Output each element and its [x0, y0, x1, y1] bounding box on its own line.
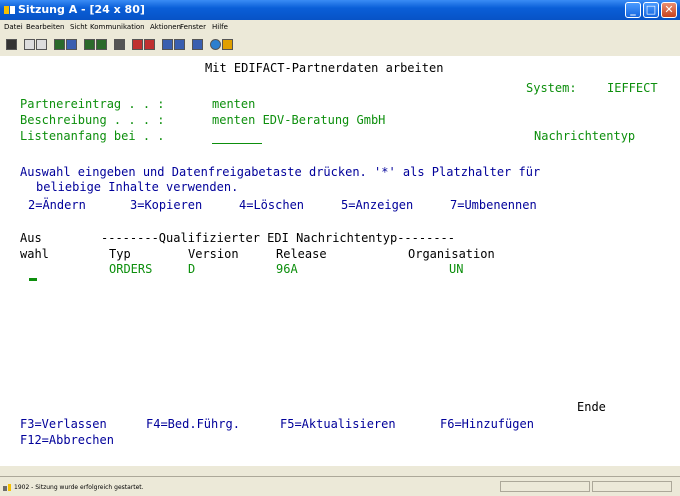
terminal-screen[interactable]: Mit EDIFACT-Partnerdaten arbeiten System…	[12, 56, 680, 466]
row-release: 96A	[276, 262, 298, 276]
option-umbenennen: 7=Umbenennen	[450, 198, 537, 212]
edit-pencil-icon[interactable]	[222, 39, 233, 50]
fkey-f12[interactable]: F12=Abbrechen	[20, 433, 114, 447]
column-aus: Aus	[20, 231, 42, 245]
column-group-header: --------Qualifizierter EDI Nachrichtenty…	[101, 231, 456, 245]
instruction-line-1: Auswahl eingeben und Datenfreigabetaste …	[20, 165, 541, 179]
emulator-window: Sitzung A - [24 x 80] _ □ ✕ Datei Bearbe…	[0, 0, 680, 496]
menu-fenster[interactable]: Fenster	[180, 23, 206, 31]
record-icon[interactable]	[114, 39, 125, 50]
option-aendern: 2=Ändern	[28, 198, 86, 212]
macro-record-icon[interactable]	[162, 39, 173, 50]
column-version: Version	[188, 247, 239, 261]
fkey-f4[interactable]: F4=Bed.Führg.	[146, 417, 240, 431]
column-organisation: Organisation	[408, 247, 495, 261]
row-organisation: UN	[449, 262, 464, 276]
display-icon[interactable]	[84, 39, 95, 50]
menu-datei[interactable]: Datei	[4, 23, 23, 31]
macro-play-icon[interactable]	[132, 39, 143, 50]
partner-value: menten	[212, 97, 256, 111]
status-bar: 1902 - Sitzung wurde erfolgreich gestart…	[0, 476, 680, 496]
keyboard-icon[interactable]	[96, 39, 107, 50]
row-version: D	[188, 262, 196, 276]
column-typ: Typ	[109, 247, 131, 261]
status-panel-1	[500, 481, 590, 492]
send-icon[interactable]	[54, 39, 65, 50]
system-value: IEFFECT	[607, 81, 658, 95]
window-title: Sitzung A - [24 x 80]	[18, 3, 145, 16]
connection-status-icon	[3, 484, 11, 491]
list-start-underline	[212, 143, 262, 144]
receive-icon[interactable]	[66, 39, 77, 50]
paste-icon[interactable]	[36, 39, 47, 50]
macro-stop-icon[interactable]	[144, 39, 155, 50]
column-wahl: wahl	[20, 247, 49, 261]
system-label: System:	[526, 81, 577, 95]
option-anzeigen: 5=Anzeigen	[341, 198, 414, 212]
list-start-right-label: Nachrichtentyp	[534, 129, 636, 143]
status-message: 1902 - Sitzung wurde erfolgreich gestart…	[14, 484, 144, 491]
end-indicator: Ende	[577, 400, 606, 414]
maximize-button[interactable]: □	[643, 2, 659, 18]
option-loeschen: 4=Löschen	[239, 198, 305, 212]
status-panel-2	[592, 481, 672, 492]
print-icon[interactable]	[6, 39, 17, 50]
partner-label: Partnereintrag . . :	[20, 97, 165, 111]
minimize-button[interactable]: _	[625, 2, 641, 18]
copy-icon[interactable]	[24, 39, 35, 50]
column-release: Release	[276, 247, 327, 261]
session-icon	[4, 6, 15, 14]
instruction-line-2: beliebige Inhalte verwenden.	[36, 180, 239, 194]
option-kopieren: 3=Kopieren	[130, 198, 203, 212]
menu-sicht[interactable]: Sicht	[70, 23, 87, 31]
fkey-f3[interactable]: F3=Verlassen	[20, 417, 107, 431]
description-label: Beschreibung . . . :	[20, 113, 165, 127]
menu-hilfe[interactable]: Hilfe	[212, 23, 228, 31]
row-typ: ORDERS	[109, 262, 153, 276]
list-start-label: Listenanfang bei . .	[20, 129, 165, 143]
fkey-f6[interactable]: F6=Hinzufügen	[440, 417, 534, 431]
menu-bearbeiten[interactable]: Bearbeiten	[26, 23, 64, 31]
title-bar: Sitzung A - [24 x 80] _ □ ✕	[0, 0, 680, 20]
toolbar	[0, 34, 680, 57]
selection-input-cursor[interactable]	[29, 278, 37, 281]
screen-heading: Mit EDIFACT-Partnerdaten arbeiten	[205, 61, 444, 75]
globe-icon[interactable]	[210, 39, 221, 50]
fkey-f5[interactable]: F5=Aktualisieren	[280, 417, 396, 431]
close-button[interactable]: ✕	[661, 2, 677, 18]
menu-aktionen[interactable]: Aktionen	[150, 23, 181, 31]
description-value: menten EDV-Beratung GmbH	[212, 113, 386, 127]
menu-kommunikation[interactable]: Kommunikation	[90, 23, 145, 31]
macro-edit-icon[interactable]	[174, 39, 185, 50]
menu-bar: Datei Bearbeiten Sicht Kommunikation Akt…	[0, 20, 680, 34]
screen-left-margin	[0, 56, 12, 466]
settings-icon[interactable]	[192, 39, 203, 50]
